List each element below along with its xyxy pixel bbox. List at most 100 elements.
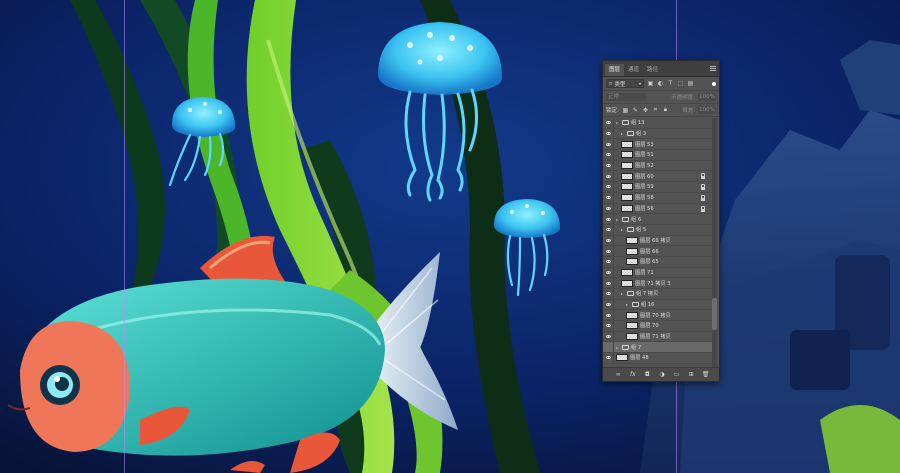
blend-mode-select[interactable]: 正常 bbox=[606, 93, 646, 101]
eye-icon bbox=[605, 228, 611, 232]
visibility-toggle[interactable] bbox=[603, 342, 614, 353]
tab-paths[interactable]: 路径 bbox=[643, 64, 662, 76]
layer-row[interactable]: 图层 53 bbox=[603, 139, 713, 151]
panel-menu-icon[interactable] bbox=[710, 66, 716, 71]
lock-position-icon[interactable]: ✥ bbox=[642, 107, 649, 114]
layer-content: 图层 65 bbox=[614, 257, 659, 267]
visibility-toggle[interactable] bbox=[603, 321, 614, 331]
expand-caret-icon[interactable]: ▸ bbox=[621, 291, 625, 296]
type-filter-icon[interactable]: T bbox=[667, 80, 674, 87]
layer-content: 图层 71 拷贝 3 bbox=[614, 278, 671, 288]
layer-row[interactable]: 图层 71 拷贝 3 bbox=[603, 278, 713, 289]
visibility-toggle[interactable] bbox=[603, 246, 614, 256]
expand-caret-icon[interactable]: ▸ bbox=[621, 131, 625, 136]
layer-row[interactable]: ▸ 组 16 bbox=[603, 299, 713, 311]
visibility-toggle[interactable] bbox=[603, 182, 614, 192]
layer-row[interactable]: 图层 48 bbox=[603, 353, 713, 364]
visibility-toggle[interactable] bbox=[603, 235, 614, 246]
visibility-toggle[interactable] bbox=[603, 171, 614, 182]
shape-filter-icon[interactable]: ⬚ bbox=[677, 80, 684, 87]
layer-name: 图层 71 拷贝 bbox=[640, 334, 671, 341]
layer-row[interactable]: 图层 52 bbox=[603, 160, 713, 172]
layer-row[interactable]: ▸ 组 7 拷贝 bbox=[603, 289, 713, 300]
layer-row[interactable]: 图层 71 拷贝 bbox=[603, 331, 713, 343]
visibility-toggle[interactable] bbox=[603, 160, 614, 171]
visibility-toggle[interactable] bbox=[603, 353, 614, 363]
visibility-toggle[interactable] bbox=[603, 331, 614, 342]
layer-row[interactable]: ▸ 组 5 bbox=[603, 224, 713, 236]
adjustment-layer-icon[interactable]: ◑ bbox=[658, 371, 665, 378]
layer-row[interactable]: 图层 66 拷贝 bbox=[603, 235, 713, 247]
layer-row[interactable]: ▸ 组 6 bbox=[603, 214, 713, 225]
filter-toggle[interactable] bbox=[712, 81, 716, 86]
panel-footer: ∞ fx ◘ ◑ ▭ ⊞ 🗑︎ bbox=[603, 367, 719, 381]
tab-layers[interactable]: 图层 bbox=[605, 64, 625, 76]
visibility-toggle[interactable] bbox=[603, 299, 614, 310]
visibility-toggle[interactable] bbox=[603, 310, 614, 321]
layer-row[interactable]: 图层 56 bbox=[603, 203, 713, 215]
eye-icon bbox=[605, 303, 611, 307]
layer-row[interactable]: ▸ 组 3 bbox=[603, 128, 713, 140]
canvas-artwork bbox=[0, 0, 900, 473]
expand-caret-icon[interactable]: ▸ bbox=[621, 227, 625, 232]
image-filter-icon[interactable]: ▣ bbox=[647, 80, 654, 87]
layer-row[interactable]: 图层 66 bbox=[603, 246, 713, 257]
lock-all-icon[interactable]: 🔒︎ bbox=[662, 106, 669, 114]
visibility-toggle[interactable] bbox=[603, 289, 614, 299]
layer-row[interactable]: 图层 65 bbox=[603, 256, 713, 268]
layer-content: 图层 58 bbox=[614, 193, 654, 203]
expand-caret-icon[interactable]: ▸ bbox=[626, 302, 630, 307]
delete-layer-icon[interactable]: 🗑︎ bbox=[702, 371, 710, 378]
layer-row[interactable]: 图层 70 拷贝 bbox=[603, 310, 713, 322]
visibility-toggle[interactable] bbox=[603, 224, 614, 235]
expand-caret-icon[interactable]: ▸ bbox=[616, 120, 620, 125]
visibility-toggle[interactable] bbox=[603, 118, 614, 128]
smart-object-filter-icon[interactable]: ▤ bbox=[687, 80, 694, 87]
layer-name: 图层 66 bbox=[640, 248, 659, 255]
add-mask-icon[interactable]: ◘ bbox=[644, 371, 651, 378]
lock-artboard-icon[interactable]: ⌗ bbox=[652, 106, 659, 114]
layer-thumbnail bbox=[616, 354, 628, 362]
layer-row[interactable]: ▸ 组 7 bbox=[603, 342, 713, 354]
layer-name: 图层 71 拷贝 3 bbox=[635, 280, 671, 287]
visibility-toggle[interactable] bbox=[603, 203, 614, 214]
layer-content: ▸ 组 3 bbox=[614, 129, 646, 139]
link-layers-icon[interactable]: ∞ bbox=[615, 371, 622, 378]
adjustment-filter-icon[interactable]: ◐ bbox=[657, 80, 664, 87]
layer-name: 图层 71 bbox=[635, 269, 654, 276]
visibility-toggle[interactable] bbox=[603, 267, 614, 278]
visibility-toggle[interactable] bbox=[603, 128, 614, 139]
new-layer-icon[interactable]: ⊞ bbox=[688, 371, 695, 378]
layer-row[interactable]: 图层 60 bbox=[603, 171, 713, 183]
expand-caret-icon[interactable]: ▸ bbox=[616, 345, 620, 350]
layer-row[interactable]: 图层 70 bbox=[603, 321, 713, 332]
eye-icon bbox=[605, 132, 611, 136]
lock-row: 锁定: ▦ ✎ ✥ ⌗ 🔒︎ 填充: 100% bbox=[603, 104, 719, 117]
layer-name: 组 3 bbox=[636, 131, 647, 138]
layer-row[interactable]: ▸ 组 13 bbox=[603, 118, 713, 129]
eye-icon bbox=[605, 196, 611, 200]
tab-channels[interactable]: 通道 bbox=[624, 64, 643, 76]
layer-row[interactable]: 图层 71 bbox=[603, 267, 713, 279]
layer-row[interactable]: 图层 58 bbox=[603, 192, 713, 204]
lock-paint-icon[interactable]: ✎ bbox=[632, 107, 639, 114]
layer-style-icon[interactable]: fx bbox=[629, 371, 636, 378]
layers-scroll-thumb[interactable] bbox=[712, 297, 717, 330]
visibility-toggle[interactable] bbox=[603, 256, 614, 267]
filter-type-select[interactable]: ⌕ 类型 ▾ bbox=[606, 79, 644, 88]
visibility-toggle[interactable] bbox=[603, 139, 614, 150]
expand-caret-icon[interactable]: ▸ bbox=[616, 217, 620, 222]
fill-field[interactable]: 100% bbox=[698, 106, 716, 114]
layer-name: 图层 58 bbox=[635, 195, 654, 202]
visibility-toggle[interactable] bbox=[603, 192, 614, 203]
layer-thumbnail bbox=[626, 322, 638, 330]
lock-transparent-icon[interactable]: ▦ bbox=[622, 107, 629, 114]
layers-scrollbar[interactable] bbox=[712, 118, 717, 369]
new-group-icon[interactable]: ▭ bbox=[673, 371, 680, 378]
layer-row[interactable]: 图层 51 bbox=[603, 150, 713, 161]
opacity-field[interactable]: 100% bbox=[698, 93, 716, 101]
layer-row[interactable]: 图层 59 bbox=[603, 182, 713, 193]
visibility-toggle[interactable] bbox=[603, 150, 614, 160]
visibility-toggle[interactable] bbox=[603, 278, 614, 288]
visibility-toggle[interactable] bbox=[603, 214, 614, 224]
